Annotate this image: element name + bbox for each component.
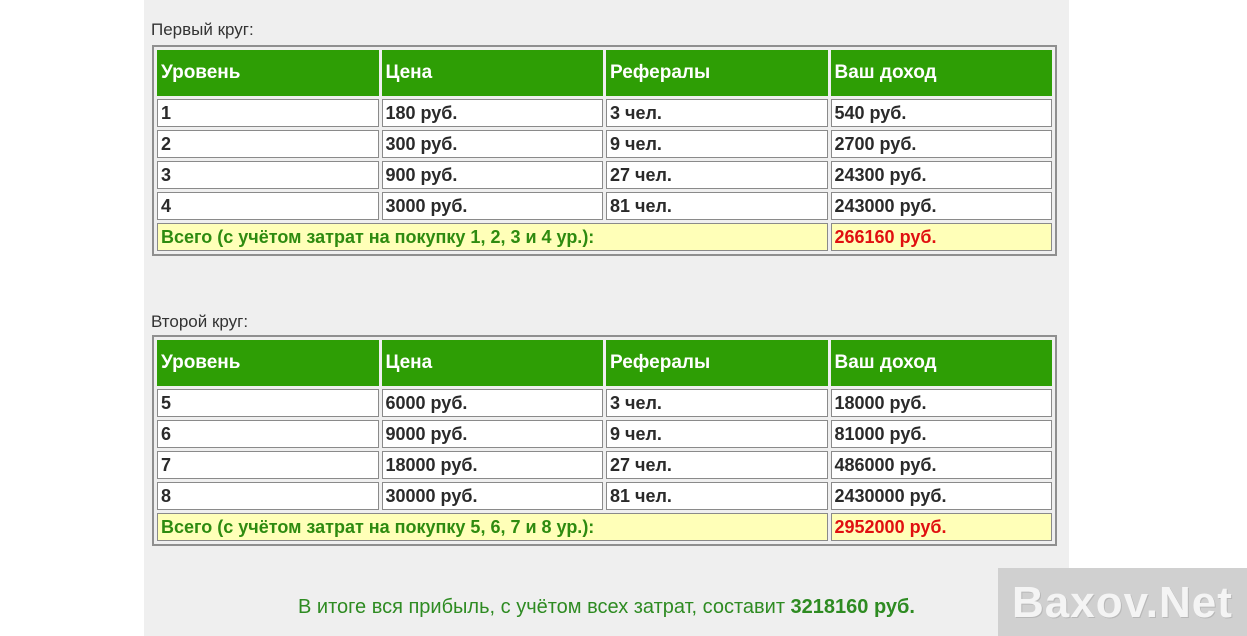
header-referrals: Рефералы [606, 340, 828, 386]
header-referrals: Рефералы [606, 50, 828, 96]
cell-level: 6 [157, 420, 379, 448]
table-row: 5 6000 руб. 3 чел. 18000 руб. [157, 389, 1052, 417]
cell-level: 4 [157, 192, 379, 220]
total-value: 266160 руб. [830, 223, 1052, 251]
summary-amount: 3218160 руб. [790, 596, 915, 618]
watermark: Baxov.Net [998, 568, 1247, 636]
summary-text: В итоге вся прибыль, с учётом всех затра… [298, 596, 791, 618]
cell-income: 243000 руб. [830, 192, 1052, 220]
cell-level: 7 [157, 451, 379, 479]
cell-referrals: 9 чел. [606, 420, 828, 448]
cell-income: 24300 руб. [830, 161, 1052, 189]
table-row: 8 30000 руб. 81 чел. 2430000 руб. [157, 482, 1052, 510]
cell-income: 81000 руб. [830, 420, 1052, 448]
cell-price: 300 руб. [381, 130, 603, 158]
cell-level: 5 [157, 389, 379, 417]
header-income: Ваш доход [830, 340, 1052, 386]
round1-caption: Первый круг: [151, 20, 254, 39]
cell-price: 6000 руб. [381, 389, 603, 417]
table-row: 1 180 руб. 3 чел. 540 руб. [157, 99, 1052, 127]
total-label: Всего (с учётом затрат на покупку 1, 2, … [157, 223, 828, 251]
cell-income: 18000 руб. [830, 389, 1052, 417]
cell-level: 1 [157, 99, 379, 127]
cell-referrals: 81 чел. [606, 192, 828, 220]
cell-income: 2430000 руб. [830, 482, 1052, 510]
total-value: 2952000 руб. [830, 513, 1052, 541]
round1-header-row: Уровень Цена Рефералы Ваш доход [157, 50, 1052, 96]
table-row: 7 18000 руб. 27 чел. 486000 руб. [157, 451, 1052, 479]
header-level: Уровень [157, 340, 379, 386]
header-price: Цена [381, 340, 603, 386]
table-row: 6 9000 руб. 9 чел. 81000 руб. [157, 420, 1052, 448]
cell-price: 900 руб. [381, 161, 603, 189]
header-income: Ваш доход [830, 50, 1052, 96]
round2-table: Уровень Цена Рефералы Ваш доход 5 6000 р… [152, 335, 1057, 546]
cell-income: 2700 руб. [830, 130, 1052, 158]
cell-referrals: 3 чел. [606, 389, 828, 417]
cell-level: 3 [157, 161, 379, 189]
cell-referrals: 9 чел. [606, 130, 828, 158]
cell-level: 8 [157, 482, 379, 510]
cell-level: 2 [157, 130, 379, 158]
cell-referrals: 81 чел. [606, 482, 828, 510]
total-row: Всего (с учётом затрат на покупку 1, 2, … [157, 223, 1052, 251]
cell-price: 18000 руб. [381, 451, 603, 479]
round1-table: Уровень Цена Рефералы Ваш доход 1 180 ру… [152, 45, 1057, 256]
round2-caption: Второй круг: [151, 312, 249, 331]
cell-referrals: 3 чел. [606, 99, 828, 127]
table-row: 2 300 руб. 9 чел. 2700 руб. [157, 130, 1052, 158]
cell-income: 540 руб. [830, 99, 1052, 127]
cell-referrals: 27 чел. [606, 161, 828, 189]
cell-income: 486000 руб. [830, 451, 1052, 479]
cell-referrals: 27 чел. [606, 451, 828, 479]
total-row: Всего (с учётом затрат на покупку 5, 6, … [157, 513, 1052, 541]
header-level: Уровень [157, 50, 379, 96]
watermark-text: Baxov.Net [1012, 578, 1233, 627]
cell-price: 30000 руб. [381, 482, 603, 510]
total-label: Всего (с учётом затрат на покупку 5, 6, … [157, 513, 828, 541]
cell-price: 180 руб. [381, 99, 603, 127]
header-price: Цена [381, 50, 603, 96]
table-row: 4 3000 руб. 81 чел. 243000 руб. [157, 192, 1052, 220]
profit-summary: В итоге вся прибыль, с учётом всех затра… [144, 596, 1069, 619]
table-row: 3 900 руб. 27 чел. 24300 руб. [157, 161, 1052, 189]
cell-price: 3000 руб. [381, 192, 603, 220]
cell-price: 9000 руб. [381, 420, 603, 448]
round2-header-row: Уровень Цена Рефералы Ваш доход [157, 340, 1052, 386]
